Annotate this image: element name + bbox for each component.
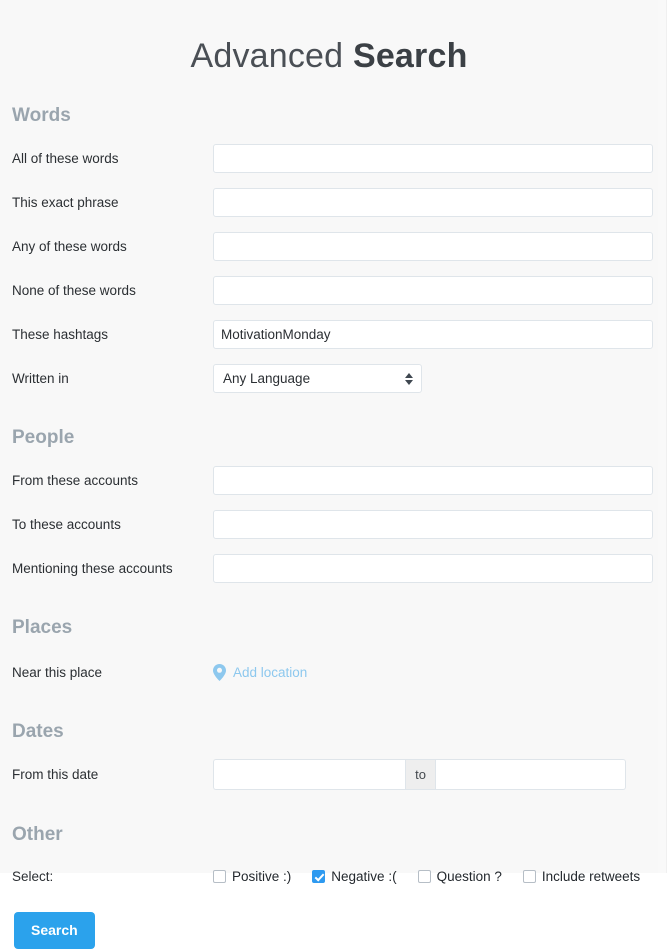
field-row-all-words: All of these words xyxy=(0,141,658,176)
label-hashtags: These hashtags xyxy=(12,327,109,343)
field-row-none-words: None of these words xyxy=(0,273,658,308)
section-dates: Dates From this date to xyxy=(0,721,658,792)
language-select[interactable]: Any Language xyxy=(213,364,422,394)
checkbox-positive-box[interactable] xyxy=(213,869,226,883)
field-row-mentioning-accounts: Mentioning these accounts xyxy=(0,551,658,586)
checkbox-positive[interactable]: Positive :) xyxy=(213,869,291,884)
label-all-words: All of these words xyxy=(12,151,119,167)
add-location-link[interactable]: Add location xyxy=(213,664,308,682)
label-to-accounts: To these accounts xyxy=(12,517,121,533)
section-heading-places: Places xyxy=(12,617,73,639)
field-row-exact-phrase: This exact phrase xyxy=(0,185,658,220)
section-other: Other Select: Positive :) Negative :( Qu… xyxy=(0,824,658,890)
input-mentioning-accounts[interactable] xyxy=(213,554,653,584)
label-written-in: Written in xyxy=(12,371,69,387)
input-any-words[interactable] xyxy=(213,232,653,262)
input-none-words[interactable] xyxy=(213,276,653,306)
label-from-date: From this date xyxy=(12,767,99,783)
input-hashtags[interactable] xyxy=(213,320,653,350)
label-none-words: None of these words xyxy=(12,283,136,299)
field-row-select-filters: Select: Positive :) Negative :( Question… xyxy=(0,862,658,890)
checkbox-include-retweets-label: Include retweets xyxy=(541,868,641,884)
label-any-words: Any of these words xyxy=(12,239,127,255)
checkbox-positive-label: Positive :) xyxy=(232,868,292,884)
search-button[interactable]: Search xyxy=(14,912,95,949)
page-content-panel: Advanced Search Words All of these words… xyxy=(0,0,658,949)
date-range-group: to xyxy=(213,759,626,791)
input-all-words[interactable] xyxy=(213,144,653,174)
field-row-from-accounts: From these accounts xyxy=(0,463,658,498)
advanced-search-page: Advanced Search Words All of these words… xyxy=(0,0,667,949)
field-row-written-in: Written in Any Language xyxy=(0,361,658,396)
checkbox-question-label: Question ? xyxy=(436,868,502,884)
field-row-any-words: Any of these words xyxy=(0,229,658,264)
input-date-to[interactable] xyxy=(436,759,626,791)
input-date-from[interactable] xyxy=(213,759,405,791)
input-to-accounts[interactable] xyxy=(213,510,653,540)
label-mentioning-accounts: Mentioning these accounts xyxy=(12,561,173,577)
label-from-accounts: From these accounts xyxy=(12,473,139,489)
section-places: Places Near this place Add location xyxy=(0,617,658,690)
section-people: People From these accounts To these acco… xyxy=(0,427,658,586)
checkbox-question[interactable]: Question ? xyxy=(417,868,502,884)
checkbox-negative[interactable]: Negative :( xyxy=(312,868,397,884)
section-heading-dates: Dates xyxy=(12,721,64,743)
checkbox-include-retweets-box[interactable] xyxy=(522,869,536,883)
section-words: Words All of these words This exact phra… xyxy=(0,105,658,396)
field-row-date-range: From this date to xyxy=(0,757,658,792)
section-heading-words: Words xyxy=(12,105,71,127)
page-title-light: Advanced xyxy=(190,37,344,75)
input-exact-phrase[interactable] xyxy=(213,188,653,218)
label-near-place: Near this place xyxy=(12,665,103,681)
page-title-bold: Search xyxy=(352,37,468,75)
select-updown-arrows-icon xyxy=(405,372,413,385)
map-pin-icon xyxy=(213,664,226,682)
checkbox-negative-label: Negative :( xyxy=(331,868,397,884)
input-from-accounts[interactable] xyxy=(213,466,653,496)
submit-area: Search xyxy=(0,912,658,949)
field-row-hashtags: These hashtags xyxy=(0,317,658,352)
language-select-value: Any Language xyxy=(213,364,422,394)
section-heading-people: People xyxy=(12,427,75,449)
date-range-separator: to xyxy=(405,759,436,791)
label-select: Select: xyxy=(12,868,54,884)
field-row-to-accounts: To these accounts xyxy=(0,507,658,542)
checkbox-question-box[interactable] xyxy=(417,869,431,883)
field-row-near-place: Near this place Add location xyxy=(0,655,658,690)
label-exact-phrase: This exact phrase xyxy=(12,195,119,211)
section-heading-other: Other xyxy=(12,824,63,846)
add-location-label: Add location xyxy=(233,665,308,681)
checkbox-negative-box[interactable] xyxy=(312,869,326,883)
sentiment-checkbox-group: Positive :) Negative :( Question ? Inclu… xyxy=(213,869,640,884)
checkbox-include-retweets[interactable]: Include retweets xyxy=(522,868,641,884)
page-title: Advanced Search xyxy=(0,0,658,75)
